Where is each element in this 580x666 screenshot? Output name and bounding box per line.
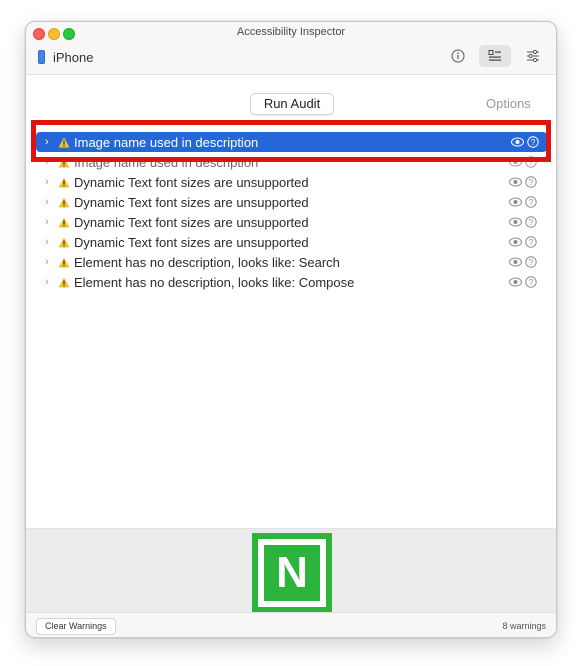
warning-row[interactable]: › Dynamic Text font sizes are unsupporte… [26, 192, 556, 212]
warning-text: Image name used in description [74, 134, 259, 150]
warning-icon [58, 137, 70, 147]
audit-list-icon [488, 50, 501, 61]
warning-row[interactable]: › Element has no description, looks like… [26, 272, 556, 292]
svg-text:?: ? [529, 218, 534, 227]
svg-text:?: ? [529, 158, 534, 167]
eye-icon[interactable] [511, 137, 524, 147]
element-preview-pane: N [26, 528, 556, 613]
warning-text: Dynamic Text font sizes are unsupported [74, 214, 309, 230]
warning-row[interactable]: › Dynamic Text font sizes are unsupporte… [26, 172, 556, 192]
help-icon[interactable]: ? [525, 276, 537, 288]
eye-icon[interactable] [509, 217, 522, 227]
clear-warnings-button[interactable]: Clear Warnings [36, 618, 116, 635]
run-audit-button[interactable]: Run Audit [250, 93, 334, 115]
warning-icon [58, 217, 70, 227]
warning-text: Dynamic Text font sizes are unsupported [74, 234, 309, 250]
sliders-icon [527, 49, 539, 63]
svg-text:?: ? [531, 138, 536, 147]
warning-icon [58, 257, 70, 267]
iphone-icon [38, 50, 45, 64]
svg-text:?: ? [529, 258, 534, 267]
eye-icon[interactable] [509, 177, 522, 187]
warning-icon [58, 237, 70, 247]
element-preview-image: N [252, 533, 332, 613]
help-icon[interactable]: ? [525, 156, 537, 168]
disclosure-chevron-icon[interactable]: › [45, 236, 53, 248]
inspection-tab-button[interactable] [442, 45, 474, 67]
device-name: iPhone [53, 49, 94, 65]
disclosure-chevron-icon[interactable]: › [45, 276, 53, 288]
eye-icon[interactable] [509, 157, 522, 167]
eye-icon[interactable] [509, 277, 522, 287]
warning-row[interactable]: › Dynamic Text font sizes are unsupporte… [26, 232, 556, 252]
device-selector[interactable]: iPhone [38, 49, 93, 65]
help-icon[interactable]: ? [525, 256, 537, 268]
help-icon[interactable]: ? [525, 196, 537, 208]
audit-tab-button[interactable] [479, 45, 511, 67]
warning-row[interactable]: › Dynamic Text font sizes are unsupporte… [26, 212, 556, 232]
warnings-list: › Image name used in description ? › Ima… [26, 132, 556, 292]
warning-text: Dynamic Text font sizes are unsupported [74, 174, 309, 190]
warning-text: Dynamic Text font sizes are unsupported [74, 194, 309, 210]
disclosure-chevron-icon[interactable]: › [45, 196, 53, 208]
warning-icon [58, 277, 70, 287]
help-icon[interactable]: ? [525, 236, 537, 248]
warning-count: 8 warnings [502, 621, 546, 631]
help-icon[interactable]: ? [525, 216, 537, 228]
settings-tab-button[interactable] [517, 45, 549, 67]
warning-text: Element has no description, looks like: … [74, 254, 340, 270]
eye-icon[interactable] [509, 257, 522, 267]
help-icon[interactable]: ? [525, 176, 537, 188]
disclosure-chevron-icon[interactable]: › [45, 156, 53, 168]
eye-icon[interactable] [509, 197, 522, 207]
warning-icon [58, 197, 70, 207]
audit-toolbar: Run Audit Options [26, 75, 556, 125]
warning-row[interactable]: › Image name used in description ? [26, 152, 556, 172]
warning-icon [58, 177, 70, 187]
warning-text: Element has no description, looks like: … [74, 274, 355, 290]
warning-text: Image name used in description [74, 154, 259, 170]
svg-text:?: ? [529, 238, 534, 247]
title-bar: Accessibility Inspector iPhone [26, 22, 556, 75]
inspector-window: Accessibility Inspector iPhone Run Audit… [25, 21, 557, 638]
status-footer: Clear Warnings 8 warnings [26, 612, 556, 637]
eye-icon[interactable] [509, 237, 522, 247]
svg-text:?: ? [529, 178, 534, 187]
warning-row[interactable]: › Image name used in description ? [36, 132, 547, 152]
svg-text:?: ? [529, 198, 534, 207]
window-title: Accessibility Inspector [236, 26, 346, 38]
disclosure-chevron-icon[interactable]: › [45, 216, 53, 228]
disclosure-chevron-icon[interactable]: › [45, 256, 53, 268]
info-icon [451, 49, 465, 63]
options-button[interactable]: Options [486, 96, 531, 111]
warning-icon [58, 157, 70, 167]
disclosure-chevron-icon[interactable]: › [45, 176, 53, 188]
svg-text:?: ? [529, 278, 534, 287]
warning-row[interactable]: › Element has no description, looks like… [26, 252, 556, 272]
help-icon[interactable]: ? [527, 136, 539, 148]
disclosure-chevron-icon[interactable]: › [45, 136, 53, 148]
preview-glyph: N [264, 545, 320, 601]
